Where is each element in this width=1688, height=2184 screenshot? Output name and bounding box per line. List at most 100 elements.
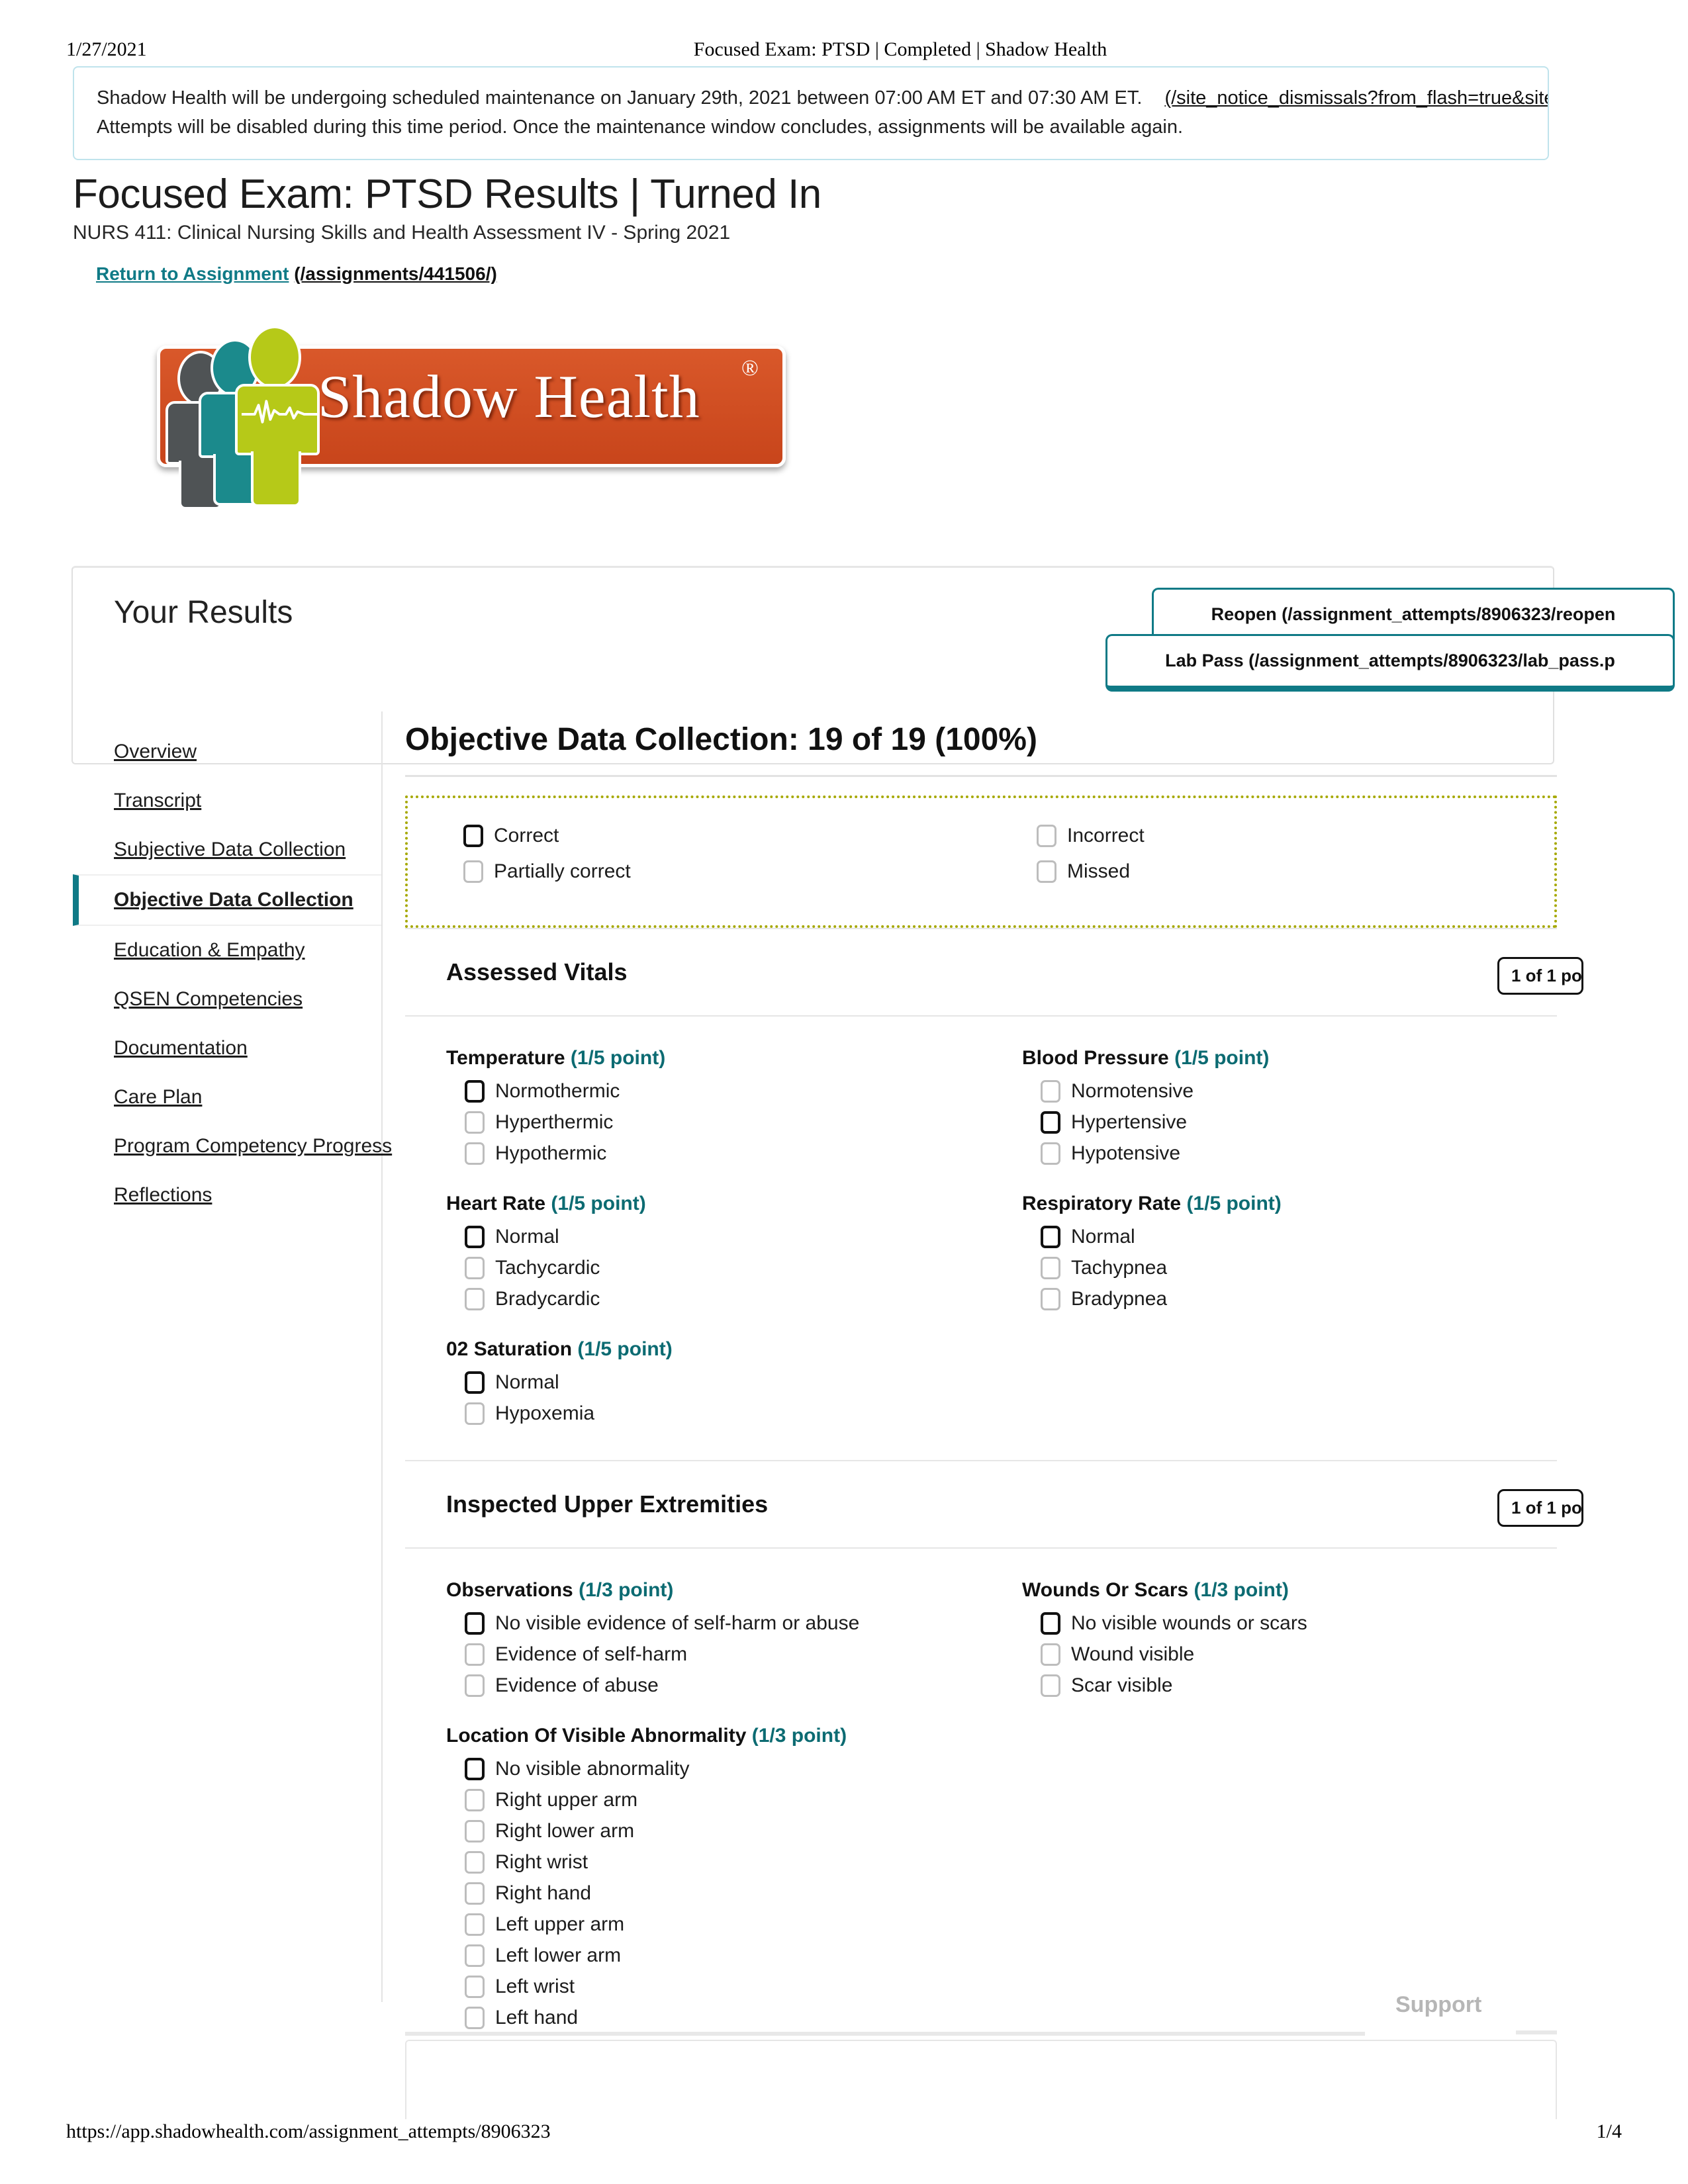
option-row[interactable]: Missed [1037, 860, 1554, 883]
option-row[interactable]: Evidence of abuse [446, 1674, 981, 1697]
checkbox-selected-icon[interactable] [465, 1371, 485, 1394]
option-row[interactable]: No visible wounds or scars [1022, 1612, 1557, 1635]
checkbox-icon[interactable] [465, 1257, 485, 1279]
checkbox-icon[interactable] [465, 1288, 485, 1310]
option-group-title: Temperature (1/5 point) [446, 1047, 981, 1069]
option-row[interactable]: Left wrist [446, 1976, 981, 1998]
sidebar-item-reflections[interactable]: Reflections [73, 1171, 381, 1220]
checkbox-selected-icon[interactable] [465, 1612, 485, 1635]
option-row[interactable]: Partially correct [463, 860, 981, 883]
sidebar-item-qsen-competencies[interactable]: QSEN Competencies [73, 975, 381, 1024]
return-to-assignment-link[interactable]: Return to Assignment [96, 263, 289, 284]
option-row[interactable]: Right hand [446, 1882, 981, 1905]
option-label: No visible wounds or scars [1071, 1612, 1307, 1634]
print-footer-page-number: 1/4 [1596, 2120, 1622, 2142]
section-column-left: Temperature (1/5 point) Normothermic Hyper… [405, 1047, 981, 1433]
checkbox-icon[interactable] [465, 2007, 485, 2029]
checkbox-icon[interactable] [465, 1976, 485, 1998]
sidebar-item-care-plan[interactable]: Care Plan [73, 1073, 381, 1122]
checkbox-icon[interactable] [1041, 1142, 1060, 1165]
checkbox-icon[interactable] [1037, 825, 1056, 847]
checkbox-icon[interactable] [465, 1851, 485, 1874]
option-row[interactable]: Hypertensive [1022, 1111, 1557, 1134]
sidebar-item-transcript[interactable]: Transcript [73, 776, 381, 825]
option-label: Right upper arm [495, 1789, 638, 1811]
option-row[interactable]: No visible abnormality [446, 1758, 981, 1780]
option-row[interactable]: Tachypnea [1022, 1257, 1557, 1279]
sidebar-item-program-competency-progress[interactable]: Program Competency Progress [73, 1122, 392, 1171]
checkbox-selected-icon[interactable] [1041, 1612, 1060, 1635]
sidebar-item-overview[interactable]: Overview [73, 727, 381, 776]
sidebar-item-education-empathy[interactable]: Education & Empathy [73, 926, 381, 975]
checkbox-icon[interactable] [465, 1111, 485, 1134]
option-row[interactable]: Hyperthermic [446, 1111, 981, 1134]
checkbox-icon[interactable] [465, 1674, 485, 1697]
checkbox-icon[interactable] [465, 1882, 485, 1905]
option-label: Left hand [495, 2007, 579, 2028]
checkbox-icon[interactable] [465, 1913, 485, 1936]
option-row[interactable]: Right upper arm [446, 1789, 981, 1811]
option-row[interactable]: Hypothermic [446, 1142, 981, 1165]
checkbox-selected-icon[interactable] [465, 1080, 485, 1103]
checkbox-icon[interactable] [465, 1142, 485, 1165]
option-row[interactable]: Normal [446, 1371, 981, 1394]
support-label[interactable]: Support [1395, 1992, 1481, 2018]
course-subtitle: NURS 411: Clinical Nursing Skills and He… [73, 222, 731, 244]
option-row[interactable]: Normothermic [446, 1080, 981, 1103]
option-row[interactable]: Normal [1022, 1226, 1557, 1248]
option-group: Heart Rate (1/5 point) Normal Tachycardic B… [446, 1193, 981, 1310]
checkbox-icon[interactable] [1041, 1080, 1060, 1103]
option-row[interactable]: Tachycardic [446, 1257, 981, 1279]
print-date: 1/27/2021 [66, 38, 147, 60]
option-row[interactable]: Right lower arm [446, 1820, 981, 1843]
option-group: Observations (1/3 point) No visible evide… [446, 1579, 981, 1697]
site-notice-dismissal-link[interactable]: (/site_notice_dismissals?from_flash=true… [1164, 87, 1548, 109]
option-row[interactable]: No visible evidence of self-harm or abus… [446, 1612, 981, 1635]
option-row[interactable]: Right wrist [446, 1851, 981, 1874]
checkbox-icon[interactable] [1041, 1288, 1060, 1310]
checkbox-selected-icon[interactable] [1041, 1111, 1060, 1134]
option-row[interactable]: Left lower arm [446, 1944, 981, 1967]
checkbox-selected-icon[interactable] [465, 1226, 485, 1248]
checkbox-icon[interactable] [1041, 1674, 1060, 1697]
option-row[interactable]: Evidence of self-harm [446, 1643, 981, 1666]
checkbox-icon[interactable] [465, 1820, 485, 1843]
option-row[interactable]: Wound visible [1022, 1643, 1557, 1666]
checkbox-icon[interactable] [465, 1789, 485, 1811]
option-row[interactable]: Bradypnea [1022, 1288, 1557, 1310]
option-row[interactable]: Incorrect [1037, 825, 1554, 847]
option-row[interactable]: Hypotensive [1022, 1142, 1557, 1165]
option-row[interactable]: Left upper arm [446, 1913, 981, 1936]
option-row[interactable]: Normal [446, 1226, 981, 1248]
option-group-points: (1/3 point) [751, 1725, 847, 1747]
checkbox-selected-icon[interactable] [463, 825, 483, 847]
lab-pass-button[interactable]: Lab Pass (/assignment_attempts/8906323/l… [1105, 634, 1675, 692]
checkbox-icon[interactable] [463, 860, 483, 883]
scoring-legend: Correct Partially correct Incorrect Missed [405, 796, 1557, 928]
checkbox-selected-icon[interactable] [465, 1758, 485, 1780]
option-label: Missed [1067, 860, 1131, 882]
sidebar-item-objective-data-collection[interactable]: Objective Data Collection [73, 874, 381, 926]
sidebar-item-subjective-data-collection[interactable]: Subjective Data Collection [73, 825, 381, 874]
option-row[interactable]: Correct [463, 825, 981, 847]
checkbox-icon[interactable] [1037, 860, 1056, 883]
option-group-points: (1/5 point) [1174, 1047, 1270, 1069]
checkbox-selected-icon[interactable] [1041, 1226, 1060, 1248]
option-label: Wound visible [1071, 1643, 1195, 1665]
checkbox-icon[interactable] [1041, 1257, 1060, 1279]
option-row[interactable]: Bradycardic [446, 1288, 981, 1310]
option-row[interactable]: Normotensive [1022, 1080, 1557, 1103]
objective-data-collection-title: Objective Data Collection: 19 of 19 (100… [405, 721, 1557, 777]
checkbox-icon[interactable] [465, 1402, 485, 1425]
checkbox-icon[interactable] [465, 1643, 485, 1666]
option-row[interactable]: Scar visible [1022, 1674, 1557, 1697]
option-label: Incorrect [1067, 825, 1145, 846]
option-group: Location Of Visible Abnormality (1/3 poi… [446, 1725, 981, 2029]
option-group-name: Temperature [446, 1047, 565, 1069]
checkbox-icon[interactable] [1041, 1643, 1060, 1666]
checkbox-icon[interactable] [465, 1944, 485, 1967]
option-row[interactable]: Hypoxemia [446, 1402, 981, 1425]
sidebar-item-documentation[interactable]: Documentation [73, 1024, 381, 1073]
support-rule-right [1516, 2030, 1557, 2034]
option-row[interactable]: Left hand [446, 2007, 981, 2029]
